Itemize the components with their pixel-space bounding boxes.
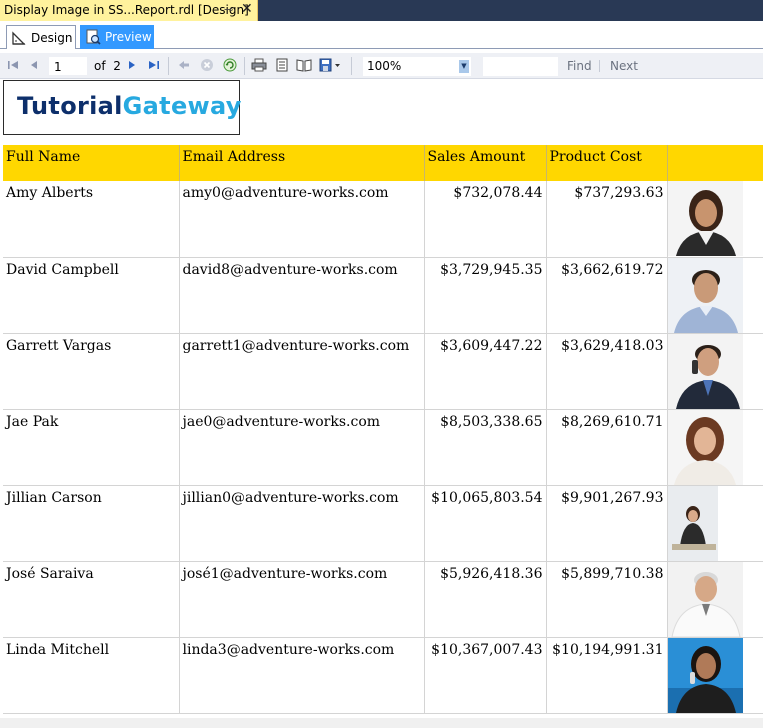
previous-page-icon[interactable] — [26, 57, 42, 73]
stop-icon[interactable] — [199, 57, 215, 73]
logo-text-part1: Tutorial — [17, 92, 123, 120]
cell-product-cost: $3,629,418.03 — [546, 333, 668, 410]
cell-photo — [667, 485, 763, 562]
page-setup-icon[interactable] — [296, 57, 312, 73]
zoom-value: 100% — [367, 59, 402, 73]
cell-product-cost: $10,194,991.31 — [546, 637, 668, 714]
tab-design-label: Design — [31, 30, 73, 45]
find-input[interactable] — [483, 57, 558, 76]
toolbar-separator — [351, 57, 352, 75]
refresh-icon[interactable] — [222, 57, 238, 73]
print-icon[interactable] — [251, 57, 267, 73]
cell-photo — [667, 409, 763, 486]
employee-photo — [667, 485, 743, 561]
table-header-row: Full Name Email Address Sales Amount Pro… — [3, 145, 763, 181]
next-button[interactable]: Next — [610, 59, 638, 73]
print-layout-icon[interactable] — [274, 57, 290, 73]
zoom-select[interactable]: 100% ▼ — [363, 57, 471, 76]
page-of-label: of — [94, 59, 106, 73]
employee-photo — [667, 561, 743, 637]
cell-full-name: Garrett Vargas — [3, 333, 180, 410]
cell-product-cost: $8,269,610.71 — [546, 409, 668, 486]
table-row: Garrett Vargas garrett1@adventure-works.… — [3, 333, 763, 410]
table-row: Jillian Carson jillian0@adventure-works.… — [3, 485, 763, 562]
find-button[interactable]: Find — [567, 59, 592, 73]
table-row: Linda Mitchell linda3@adventure-works.co… — [3, 637, 763, 714]
page-number-input[interactable]: 1 — [49, 57, 87, 75]
cell-email: amy0@adventure-works.com — [179, 181, 425, 258]
cell-email: garrett1@adventure-works.com — [179, 333, 425, 410]
cell-photo — [667, 561, 763, 638]
design-icon — [12, 30, 26, 45]
column-header-full-name: Full Name — [3, 145, 180, 181]
pin-icon[interactable]: ⊸ — [224, 3, 233, 16]
cell-sales-amount: $5,926,418.36 — [424, 561, 547, 638]
tab-preview[interactable]: Preview — [80, 25, 154, 49]
cell-email: jillian0@adventure-works.com — [179, 485, 425, 562]
tab-design[interactable]: Design — [6, 25, 76, 49]
cell-sales-amount: $10,065,803.54 — [424, 485, 547, 562]
cell-email: david8@adventure-works.com — [179, 257, 425, 334]
cell-full-name: José Saraiva — [3, 561, 180, 638]
column-header-sales-amount: Sales Amount — [424, 145, 547, 181]
next-page-icon[interactable] — [124, 57, 140, 73]
cell-full-name: David Campbell — [3, 257, 180, 334]
cell-full-name: Amy Alberts — [3, 181, 180, 258]
cell-email: josé1@adventure-works.com — [179, 561, 425, 638]
first-page-icon[interactable] — [5, 57, 21, 73]
cell-full-name: Linda Mitchell — [3, 637, 180, 714]
table-row: Jae Pak jae0@adventure-works.com $8,503,… — [3, 409, 763, 486]
cell-full-name: Jae Pak — [3, 409, 180, 486]
employee-photo — [667, 257, 743, 333]
document-tab-title: Display Image in SS...Report.rdl [Design… — [4, 3, 249, 17]
close-icon[interactable]: ✕ — [241, 1, 253, 17]
view-tabs: Design Preview — [0, 21, 763, 49]
cell-email: linda3@adventure-works.com — [179, 637, 425, 714]
cell-email: jae0@adventure-works.com — [179, 409, 425, 486]
column-header-product-cost: Product Cost — [546, 145, 668, 181]
column-header-email: Email Address — [179, 145, 425, 181]
export-icon[interactable] — [318, 57, 344, 73]
cell-sales-amount: $10,367,007.43 — [424, 637, 547, 714]
cell-sales-amount: $3,609,447.22 — [424, 333, 547, 410]
document-tab-strip: Display Image in SS...Report.rdl [Design… — [0, 0, 763, 21]
bottom-scroll-area — [0, 718, 763, 728]
toolbar-separator — [168, 57, 169, 75]
table-row: David Campbell david8@adventure-works.co… — [3, 257, 763, 334]
cell-photo — [667, 637, 763, 714]
table-row: José Saraiva josé1@adventure-works.com $… — [3, 561, 763, 638]
report-toolbar: 1 of 2 100% ▼ Find Next — [0, 53, 763, 79]
cell-photo — [667, 333, 763, 410]
cell-sales-amount: $8,503,338.65 — [424, 409, 547, 486]
cell-product-cost: $9,901,267.93 — [546, 485, 668, 562]
cell-product-cost: $5,899,710.38 — [546, 561, 668, 638]
back-icon[interactable] — [176, 57, 192, 73]
column-header-photo — [667, 145, 763, 181]
logo-text-part2: Gateway — [122, 92, 242, 120]
report-table: Full Name Email Address Sales Amount Pro… — [3, 145, 763, 714]
preview-icon — [86, 29, 101, 45]
cell-product-cost: $3,662,619.72 — [546, 257, 668, 334]
cell-sales-amount: $732,078.44 — [424, 181, 547, 258]
tab-preview-label: Preview — [105, 30, 152, 44]
table-row: Amy Alberts amy0@adventure-works.com $73… — [3, 181, 763, 258]
chevron-down-icon[interactable]: ▼ — [459, 60, 469, 73]
employee-photo — [667, 333, 743, 409]
cell-product-cost: $737,293.63 — [546, 181, 668, 258]
cell-sales-amount: $3,729,945.35 — [424, 257, 547, 334]
employee-photo — [667, 637, 743, 713]
cell-full-name: Jillian Carson — [3, 485, 180, 562]
page-count-text: of 2 — [94, 59, 121, 73]
toolbar-separator — [244, 57, 245, 75]
page-total: 2 — [113, 59, 121, 73]
employee-photo — [667, 181, 743, 256]
cell-photo — [667, 181, 763, 258]
last-page-icon[interactable] — [146, 57, 162, 73]
document-tab[interactable]: Display Image in SS...Report.rdl [Design… — [0, 0, 258, 21]
employee-photo — [667, 409, 743, 485]
cell-photo — [667, 257, 763, 334]
logo-text: TutorialGateway — [17, 92, 242, 120]
toolbar-separator — [599, 60, 600, 72]
report-logo: TutorialGateway — [3, 80, 242, 135]
